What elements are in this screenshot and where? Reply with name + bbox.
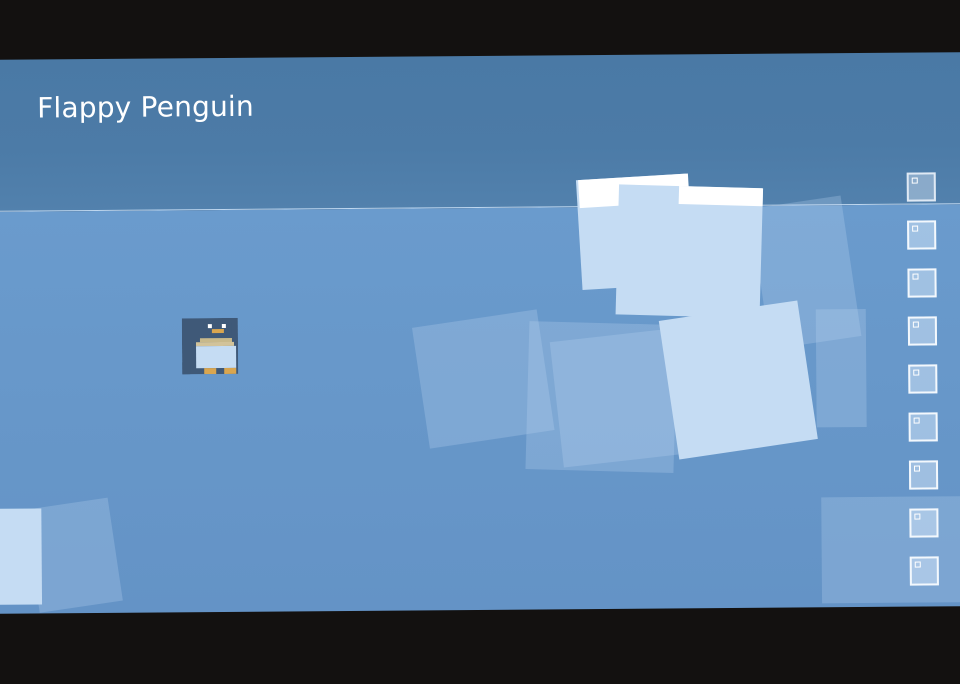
game-viewport: Flappy Penguin: [0, 0, 960, 684]
sky: Flappy Penguin: [0, 52, 960, 212]
level-marker-icon: [913, 465, 921, 472]
level-button-4[interactable]: [907, 316, 938, 346]
level-button-1[interactable]: [906, 172, 936, 202]
game-scene[interactable]: Flappy Penguin: [0, 0, 960, 684]
level-button-8[interactable]: [909, 508, 939, 538]
level-button-7[interactable]: [908, 460, 939, 490]
level-button-3[interactable]: [907, 268, 937, 298]
background-ice-block: [821, 496, 960, 604]
level-button-2[interactable]: [907, 220, 937, 250]
penguin-icon: [181, 317, 239, 375]
level-button-9[interactable]: [909, 556, 939, 586]
game-title: Flappy Penguin: [37, 89, 255, 125]
background-ice-block: [815, 308, 867, 428]
ice-block-obstacle-top: [678, 185, 764, 207]
level-marker-icon: [913, 369, 920, 376]
level-marker-icon: [913, 417, 920, 424]
level-button-5[interactable]: [908, 364, 938, 394]
level-marker-icon: [912, 273, 919, 280]
level-marker-icon: [914, 561, 921, 568]
level-marker-icon: [911, 177, 918, 184]
level-marker-icon: [912, 225, 919, 232]
level-marker-icon: [914, 513, 921, 520]
penguin-player: [181, 317, 239, 375]
level-marker-icon: [912, 321, 919, 328]
level-button-6[interactable]: [908, 412, 938, 442]
ice-block-obstacle: [658, 300, 818, 460]
ice-block-obstacle: [0, 508, 43, 605]
